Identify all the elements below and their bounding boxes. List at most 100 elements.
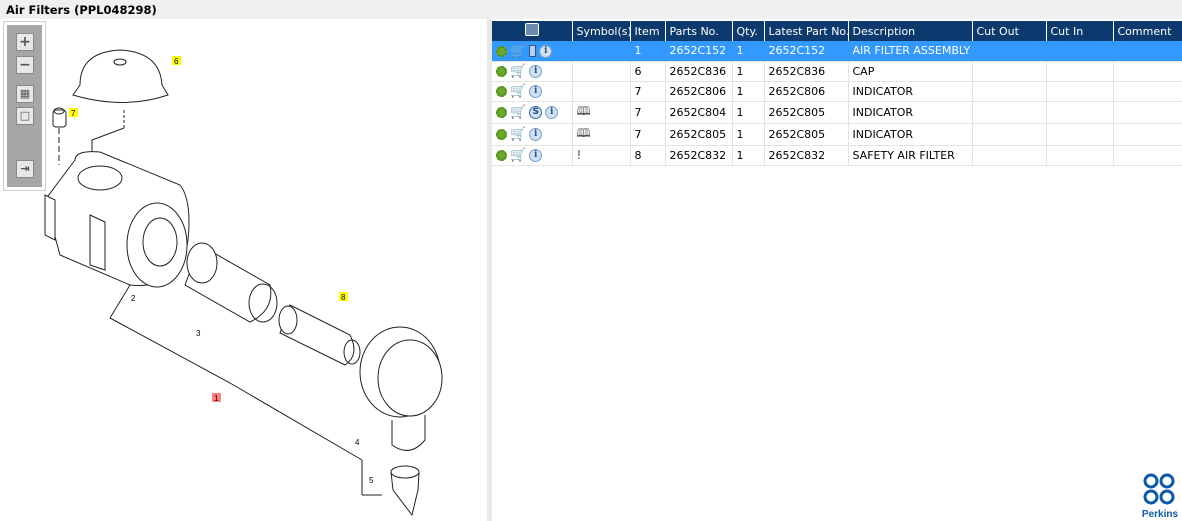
description-cell: INDICATOR — [848, 101, 973, 124]
export-button[interactable]: ⇥ — [16, 160, 34, 178]
item-cell: 7 — [630, 123, 666, 146]
callout-6[interactable]: 6 — [174, 57, 179, 66]
table-row[interactable]: 🛒 i ! 8 2652C832 1 2652C832 SAFETY AIR FI… — [492, 145, 1182, 166]
cart-icon[interactable]: 🛒 — [510, 45, 526, 58]
gear-icon[interactable] — [496, 106, 507, 118]
symbol-cell — [572, 41, 631, 62]
gear-icon[interactable] — [496, 65, 507, 77]
cut-in-cell — [1046, 61, 1114, 82]
search-document-icon[interactable] — [524, 23, 539, 36]
table-row[interactable]: 🛒 i 🕮 7 2652C805 1 2652C805 INDICATOR — [492, 123, 1182, 146]
gear-icon[interactable] — [496, 85, 507, 97]
latest-part-no-cell: 2652C832 — [764, 145, 849, 166]
callout-1[interactable]: 1 — [214, 394, 219, 403]
exploded-parts-diagram[interactable]: 6 7 2 3 8 1 4 5 — [0, 19, 487, 521]
header-qty[interactable]: Qty. — [732, 21, 765, 41]
table-row[interactable]: 🛒 Si 🕮 7 2652C804 1 2652C805 INDICATOR — [492, 101, 1182, 124]
info-icon[interactable]: i — [529, 127, 543, 141]
qty-cell: 1 — [732, 41, 765, 62]
callout-5[interactable]: 5 — [369, 476, 374, 485]
latest-part-no-cell: 2652C152 — [764, 41, 849, 62]
parts-no-cell: 2652C805 — [665, 123, 733, 146]
outlet-part — [390, 465, 420, 517]
svg-text:Perkins: Perkins — [1142, 509, 1179, 520]
item-cell: 7 — [630, 81, 666, 102]
symbol-cell: 🕮 — [572, 123, 631, 146]
header-cut-out[interactable]: Cut Out — [972, 21, 1047, 41]
gear-icon[interactable] — [496, 45, 507, 57]
comment-cell — [1113, 41, 1182, 62]
zoom-out-button[interactable]: − — [16, 56, 34, 74]
cart-icon[interactable]: 🛒 — [510, 85, 526, 98]
row-actions: 🛒 i — [492, 145, 573, 166]
item-cell: 8 — [630, 145, 666, 166]
callout-4[interactable]: 4 — [355, 438, 360, 447]
table-row[interactable]: 🛒 i 1 2652C152 1 2652C152 AIR FILTER ASSE… — [492, 41, 1182, 62]
row-actions: 🛒 Si — [492, 101, 573, 124]
latest-part-no-cell: 2652C806 — [764, 81, 849, 102]
info-icon[interactable]: i — [529, 84, 543, 98]
comment-cell — [1113, 101, 1182, 124]
cart-icon[interactable]: 🛒 — [510, 65, 526, 78]
info-icon[interactable]: i — [529, 64, 543, 78]
parts-no-cell: 2652C804 — [665, 101, 733, 124]
table-row[interactable]: 🛒 i 6 2652C836 1 2652C836 CAP — [492, 61, 1182, 82]
symbol-cell: 🕮 — [572, 101, 631, 124]
diagram-toolbar: + − ▦ □ ⇥ — [3, 21, 46, 191]
callout-3[interactable]: 3 — [196, 329, 201, 338]
document-icon[interactable] — [529, 45, 537, 57]
cart-icon[interactable]: 🛒 — [510, 128, 526, 141]
filter-housing-part — [44, 151, 190, 288]
diagram-panel[interactable]: 6 7 2 3 8 1 4 5 + − ▦ □ ⇥ — [0, 19, 487, 521]
main-filter-element-part — [184, 242, 278, 323]
cart-icon[interactable]: 🛒 — [510, 106, 526, 119]
header-description[interactable]: Description — [848, 21, 973, 41]
cut-out-cell — [972, 41, 1047, 62]
qty-cell: 1 — [732, 101, 765, 124]
supersession-icon[interactable]: S — [529, 105, 543, 119]
cut-in-cell — [1046, 145, 1114, 166]
info-icon[interactable]: i — [529, 148, 543, 162]
comment-cell — [1113, 81, 1182, 102]
book-reference-icon[interactable]: 🕮 — [577, 126, 591, 140]
cut-in-cell — [1046, 123, 1114, 146]
header-latest-part-no[interactable]: Latest Part No. — [764, 21, 849, 41]
parts-table: Symbol(s) Item Parts No. Qty. Latest Par… — [492, 21, 1182, 166]
callout-2[interactable]: 2 — [131, 294, 136, 303]
item-cell: 1 — [630, 41, 666, 62]
info-icon[interactable]: i — [539, 44, 553, 58]
description-cell: INDICATOR — [848, 81, 973, 102]
table-row[interactable]: 🛒 i 7 2652C806 1 2652C806 INDICATOR — [492, 81, 1182, 102]
comment-cell — [1113, 145, 1182, 166]
description-cell: AIR FILTER ASSEMBLY — [848, 41, 973, 62]
description-cell: CAP — [848, 61, 973, 82]
gear-icon[interactable] — [496, 149, 507, 161]
single-view-button[interactable]: □ — [16, 107, 34, 125]
header-search[interactable] — [492, 21, 573, 41]
description-cell: INDICATOR — [848, 123, 973, 146]
book-reference-icon[interactable]: 🕮 — [577, 104, 591, 118]
header-symbols[interactable]: Symbol(s) — [572, 21, 632, 41]
header-cut-in[interactable]: Cut In — [1046, 21, 1114, 41]
warning-note-icon[interactable]: ! — [577, 148, 582, 162]
info-icon[interactable]: i — [545, 105, 559, 119]
cut-out-cell — [972, 145, 1047, 166]
cut-out-cell — [972, 123, 1047, 146]
fit-view-button[interactable]: ▦ — [16, 85, 34, 103]
header-parts-no[interactable]: Parts No. — [665, 21, 733, 41]
symbol-cell — [572, 81, 631, 102]
header-comment[interactable]: Comment — [1113, 21, 1182, 41]
zoom-in-button[interactable]: + — [16, 33, 34, 51]
description-cell: SAFETY AIR FILTER — [848, 145, 973, 166]
cart-icon[interactable]: 🛒 — [510, 149, 526, 162]
parts-no-cell: 2652C836 — [665, 61, 733, 82]
qty-cell: 1 — [732, 145, 765, 166]
cap-part — [72, 49, 169, 103]
callout-7[interactable]: 7 — [71, 109, 76, 118]
header-item[interactable]: Item — [630, 21, 666, 41]
gear-icon[interactable] — [496, 128, 507, 140]
parts-no-cell: 2652C832 — [665, 145, 733, 166]
comment-cell — [1113, 61, 1182, 82]
callout-8[interactable]: 8 — [341, 293, 346, 302]
parts-no-cell: 2652C806 — [665, 81, 733, 102]
